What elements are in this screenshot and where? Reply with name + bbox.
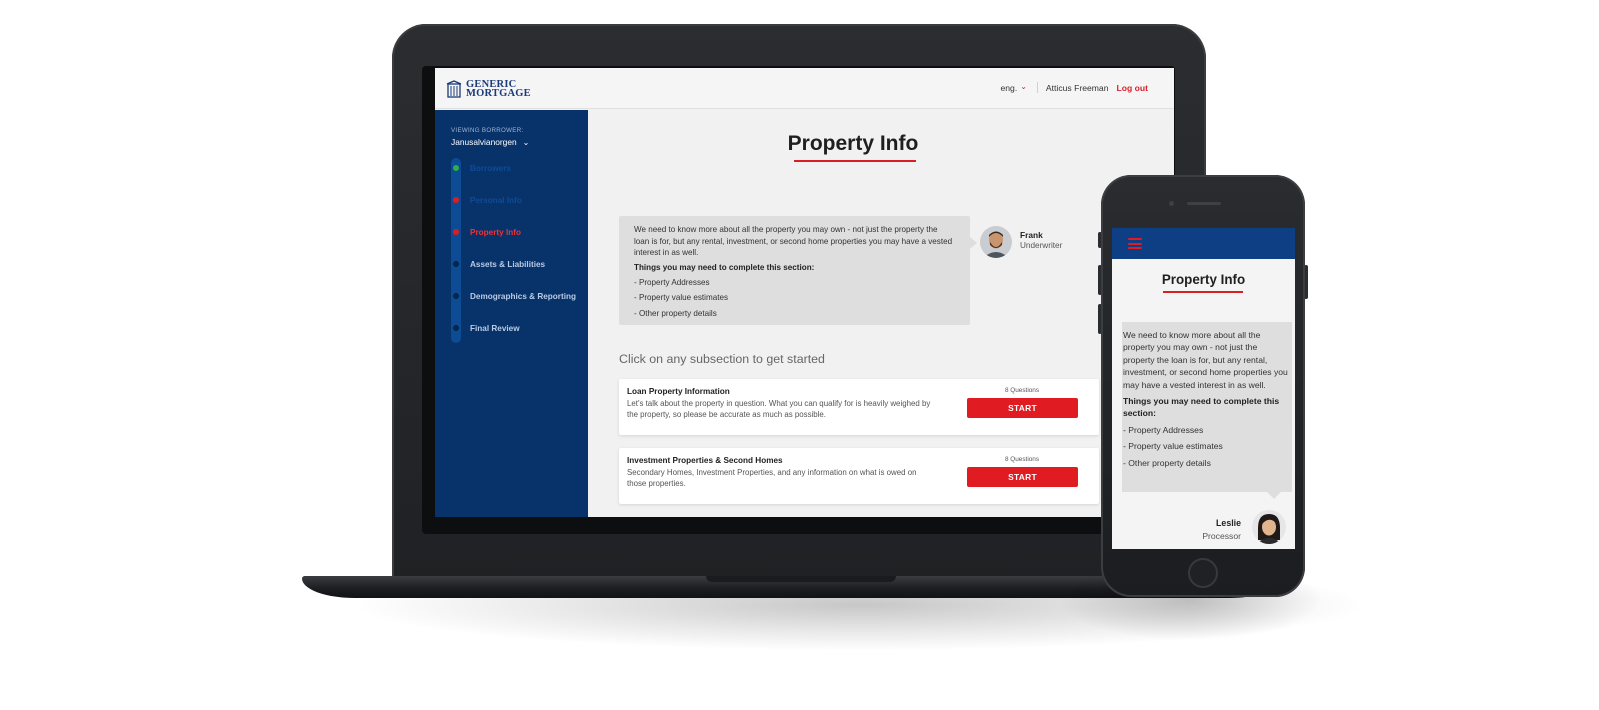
laptop-hinge-notch [706,576,896,582]
sidebar-item-label: Demographics & Reporting [470,291,576,301]
hamburger-icon[interactable] [1128,238,1142,249]
subsection-description: Let's talk about the property in questio… [627,399,931,419]
step-complete-dot-icon [453,165,459,171]
agent-avatar-leslie [1252,510,1286,544]
sidebar-item-assets-liabilities[interactable]: Assets & Liabilities [451,257,588,271]
mobile-intro-text: We need to know more about all the prope… [1123,330,1288,390]
things-item: - Other property details [634,308,717,318]
header-nav: eng. ⌄ Atticus Freeman Log out [1000,82,1148,93]
title-underline [794,160,916,162]
user-name: Atticus Freeman [1045,82,1109,93]
mobile-things-item: - Property value estimates [1123,441,1223,452]
logout-link[interactable]: Log out [1117,83,1149,93]
question-count: 8 Questions [1004,387,1040,394]
start-button[interactable]: START [967,398,1078,418]
step-pending-dot-icon [453,293,459,299]
sidebar-item-property-info[interactable]: Property Info [451,225,588,239]
sidebar-item-label: Borrowers [470,163,511,173]
things-item: - Property value estimates [634,293,729,303]
subsection-description: Secondary Homes, Investment Properties, … [627,468,917,488]
question-count: 8 Questions [1004,456,1040,463]
step-active-dot-icon [453,229,459,235]
sidebar-item-label: Personal Info [470,195,522,205]
things-item: - Property Addresses [634,278,710,288]
brand-logo[interactable]: GENERIC MORTGAGE [446,78,531,100]
agent-name: Frank [1020,230,1043,240]
sidebar-item-personal-info[interactable]: Personal Info [451,193,588,207]
avatar-portrait-icon [980,226,1012,258]
mobile-bubble-tail [1267,492,1281,499]
phone-speaker [1187,202,1221,205]
subsection-title: Loan Property Information [627,387,730,396]
mobile-things-item: - Other property details [1123,457,1211,468]
language-selector[interactable]: eng. ⌄ [1000,82,1027,93]
language-label: eng. [1000,82,1018,93]
sidebar-item-borrowers[interactable]: Borrowers [451,161,588,175]
phone-home-button [1188,558,1218,588]
mobile-page-title: Property Info [1161,272,1246,287]
phone-camera [1169,201,1174,206]
chevron-down-icon: ⌄ [522,137,530,147]
borrower-name: Janusalvianorgen [451,137,517,147]
mobile-header [1112,228,1295,259]
mobile-agent-role: Processor [1202,531,1241,541]
avatar-portrait-icon [1252,510,1286,544]
phone-screen: Property Info We need to know more about… [1112,228,1295,549]
brand-name: GENERIC MORTGAGE [466,79,531,99]
step-pending-dot-icon [453,325,459,331]
agent-avatar-frank [980,226,1012,258]
logo-line-2: MORTGAGE [466,88,531,99]
subsection-title: Investment Properties & Second Homes [627,456,783,465]
mobile-agent-name: Leslie [1216,518,1241,528]
sidebar-item-final-review[interactable]: Final Review [451,321,588,335]
progress-track [451,158,461,343]
sidebar-item-label: Property Info [470,227,521,237]
mobile-things-heading: Things you may need to complete this sec… [1123,396,1280,419]
intro-text: We need to know more about all the prope… [634,225,953,258]
start-button[interactable]: START [967,467,1078,487]
step-complete-dot-icon [453,197,459,203]
borrower-selector[interactable]: Janusalvianorgen ⌄ [451,137,529,147]
header-divider [1036,82,1038,93]
subsection-hint: Click on any subsection to get started [619,352,825,366]
bubble-tail [970,237,977,249]
device-mockup-stage: GENERIC MORTGAGE eng. ⌄ Atticus Freeman … [0,0,1599,710]
sidebar-item-label: Final Review [470,323,520,333]
main-content: Property Info We need to know more about… [588,110,1174,517]
progress-sidebar: VIEWING BORROWER: Janusalvianorgen ⌄ Bor… [435,110,588,517]
agent-role: Underwriter [1020,241,1063,250]
mobile-intro-bubble: We need to know more about all the prope… [1122,322,1292,492]
sidebar-item-demographics-reporting[interactable]: Demographics & Reporting [451,289,588,303]
sidebar-item-label: Assets & Liabilities [470,259,546,269]
viewing-borrower-label: VIEWING BORROWER: [451,127,524,134]
chevron-down-icon: ⌄ [1020,82,1027,91]
step-pending-dot-icon [453,261,459,267]
subsection-card-loan-property[interactable]: Loan Property Information Let's talk abo… [619,379,1099,435]
subsection-card-investment-properties[interactable]: Investment Properties & Second Homes Sec… [619,448,1099,504]
laptop-screen: GENERIC MORTGAGE eng. ⌄ Atticus Freeman … [435,68,1174,517]
things-heading: Things you may need to complete this sec… [634,263,815,273]
mobile-title-underline [1163,291,1243,293]
intro-message-bubble: We need to know more about all the prope… [619,216,970,325]
page-title: Property Info [787,132,919,155]
app-header: GENERIC MORTGAGE eng. ⌄ Atticus Freeman … [435,68,1174,109]
mobile-things-item: - Property Addresses [1123,424,1204,435]
building-logo-icon [446,80,462,98]
